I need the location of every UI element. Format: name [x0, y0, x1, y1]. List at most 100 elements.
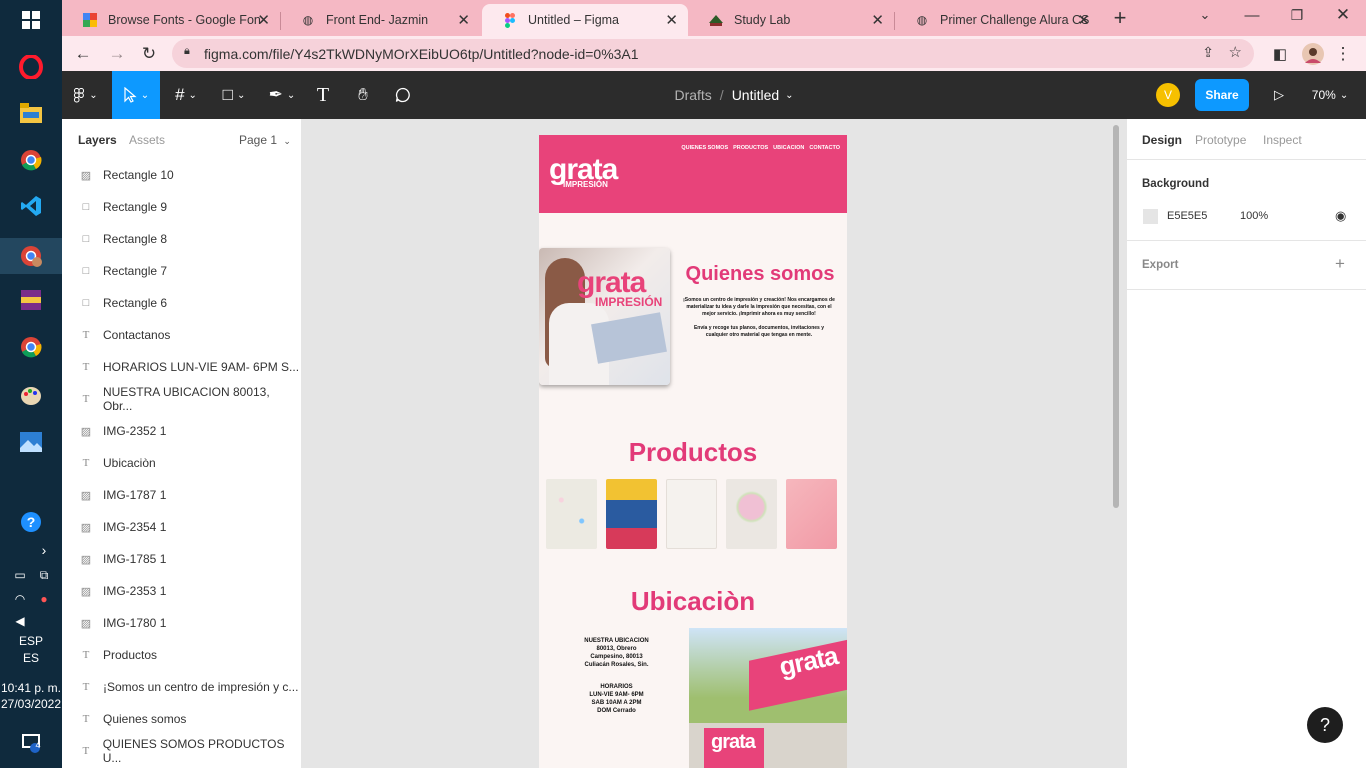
product-image[interactable]: [546, 479, 597, 549]
tab-prototype[interactable]: Prototype: [1195, 133, 1246, 147]
layer-row[interactable]: T HORARIOS LUN-VIE 9AM- 6PM S...: [62, 351, 302, 383]
vscode-icon[interactable]: [16, 191, 46, 221]
clock-date[interactable]: 27/03/2022: [0, 697, 62, 711]
share-button[interactable]: Share: [1195, 79, 1249, 111]
file-explorer-icon[interactable]: [16, 98, 46, 128]
close-tab-icon[interactable]: ✕: [1077, 11, 1090, 29]
user-avatar[interactable]: V: [1156, 83, 1180, 107]
canvas[interactable]: QUIENES SOMOS PRODUCTOS UBICACION CONTAC…: [302, 119, 1126, 768]
add-export-icon[interactable]: +: [1335, 254, 1345, 274]
page-selector[interactable]: Page 1 ⌄: [239, 133, 291, 147]
language-top[interactable]: ESP: [0, 634, 62, 648]
browser-menu-icon[interactable]: ⋮: [1328, 39, 1358, 69]
share-page-icon[interactable]: ⇪: [1202, 44, 1214, 61]
layer-row[interactable]: □ Rectangle 8: [62, 223, 302, 255]
shape-tool-button[interactable]: □ ⌄: [214, 71, 254, 119]
canvas-scrollbar[interactable]: [1113, 125, 1119, 508]
eye-icon[interactable]: ◉: [1335, 208, 1346, 224]
layer-row[interactable]: T Contactanos: [62, 319, 302, 351]
lock-icon[interactable]: 🔒︎: [184, 45, 190, 58]
comment-tool-button[interactable]: [386, 71, 420, 119]
layer-row[interactable]: T ¡Somos un centro de impresión y c...: [62, 671, 302, 703]
profile-avatar[interactable]: [1298, 39, 1328, 69]
browser-tab-figma[interactable]: Untitled – Figma ✕: [482, 4, 688, 36]
product-image[interactable]: [786, 479, 837, 549]
winrar-icon[interactable]: [16, 285, 46, 315]
tab-search-chevron-icon[interactable]: ⌄: [1190, 0, 1220, 30]
layer-row[interactable]: ▨ IMG-1785 1: [62, 543, 302, 575]
storefront-image[interactable]: grata grata: [689, 628, 847, 768]
layer-row[interactable]: □ Rectangle 9: [62, 191, 302, 223]
language-bottom[interactable]: ES: [0, 651, 62, 665]
browser-tab-study-lab[interactable]: Study Lab ✕: [688, 4, 894, 36]
nav-link[interactable]: CONTACTO: [809, 145, 840, 151]
layer-row[interactable]: □ Rectangle 7: [62, 255, 302, 287]
paint-icon[interactable]: [16, 380, 46, 410]
layer-row[interactable]: ▨ IMG-2354 1: [62, 511, 302, 543]
forward-button[interactable]: →: [102, 39, 132, 69]
close-tab-icon[interactable]: ✕: [457, 11, 470, 29]
file-name[interactable]: Untitled: [732, 87, 779, 103]
layer-row[interactable]: □ Rectangle 6: [62, 287, 302, 319]
hand-tool-button[interactable]: ✋︎: [346, 71, 380, 119]
close-window-button[interactable]: ✕: [1328, 0, 1358, 30]
nav-link[interactable]: UBICACION: [773, 145, 804, 151]
about-image[interactable]: grata IMPRESIÓN: [539, 248, 670, 385]
background-color-swatch[interactable]: [1143, 209, 1158, 224]
background-hex[interactable]: E5E5E5: [1167, 210, 1207, 222]
help-button[interactable]: ?: [1307, 707, 1343, 743]
chevron-down-icon[interactable]: ⌄: [785, 90, 793, 101]
maximize-button[interactable]: ❐: [1282, 0, 1312, 30]
layer-row[interactable]: T Quienes somos: [62, 703, 302, 735]
minimize-button[interactable]: —: [1237, 0, 1267, 30]
back-button[interactable]: ←: [68, 39, 98, 69]
tab-design[interactable]: Design: [1142, 133, 1182, 147]
layer-row[interactable]: ▨ IMG-2353 1: [62, 575, 302, 607]
layer-row[interactable]: ▨ IMG-1787 1: [62, 479, 302, 511]
layer-row[interactable]: T QUIENES SOMOS PRODUCTOS U...: [62, 735, 302, 767]
close-tab-icon[interactable]: ✕: [257, 11, 270, 29]
move-tool-button[interactable]: ⌄: [112, 71, 160, 119]
nav-link[interactable]: QUIENES SOMOS: [681, 145, 728, 151]
photos-icon[interactable]: [16, 427, 46, 457]
tab-layers[interactable]: Layers: [78, 133, 117, 147]
text-tool-button[interactable]: T: [306, 71, 340, 119]
bookmark-star-icon[interactable]: ☆: [1229, 43, 1242, 61]
layer-row[interactable]: ▨ Rectangle 10: [62, 159, 302, 191]
browser-tab-primer-challenge[interactable]: ◍ Primer Challenge Alura CS ✕: [894, 4, 1100, 36]
address-bar[interactable]: 🔒︎ figma.com/file/Y4s2TkWDNyMOrXEibUO6tp…: [172, 39, 1254, 68]
close-tab-icon[interactable]: ✕: [665, 11, 678, 29]
chrome-icon-2[interactable]: [16, 332, 46, 362]
opera-icon[interactable]: [16, 52, 46, 82]
product-image[interactable]: [666, 479, 717, 549]
layer-row[interactable]: ▨ IMG-1780 1: [62, 607, 302, 639]
layer-row[interactable]: T Productos: [62, 639, 302, 671]
new-tab-button[interactable]: +: [1105, 3, 1135, 33]
layer-row[interactable]: T Ubicaciòn: [62, 447, 302, 479]
tab-assets[interactable]: Assets: [129, 133, 165, 147]
reload-button[interactable]: ↻: [134, 39, 164, 69]
layer-row[interactable]: T NUESTRA UBICACION 80013, Obr...: [62, 383, 302, 415]
windows-start-icon[interactable]: [16, 5, 46, 35]
clock-time[interactable]: 10:41 p. m.: [0, 681, 62, 695]
chrome-profile-icon[interactable]: [0, 238, 62, 274]
design-frame[interactable]: QUIENES SOMOS PRODUCTOS UBICACION CONTAC…: [539, 135, 847, 768]
frame-tool-button[interactable]: # ⌄: [166, 71, 206, 119]
present-play-icon[interactable]: ▷: [1266, 71, 1292, 119]
close-tab-icon[interactable]: ✕: [871, 11, 884, 29]
side-panel-icon[interactable]: ◧: [1265, 39, 1295, 69]
pen-tool-button[interactable]: ✒︎ ⌄: [262, 71, 302, 119]
browser-tab-front-end[interactable]: ◍ Front End- Jazmin ✕: [280, 4, 480, 36]
breadcrumb-drafts[interactable]: Drafts: [674, 87, 711, 103]
product-image[interactable]: [606, 479, 657, 549]
figma-main-menu-button[interactable]: ⌄: [62, 71, 110, 119]
help-icon[interactable]: ?: [16, 507, 46, 537]
tab-inspect[interactable]: Inspect: [1263, 133, 1302, 147]
background-opacity[interactable]: 100%: [1240, 210, 1268, 222]
product-image[interactable]: [726, 479, 777, 549]
browser-tab-google-fonts[interactable]: Browse Fonts - Google Fon ✕: [62, 4, 280, 36]
layer-row[interactable]: ▨ IMG-2352 1: [62, 415, 302, 447]
chrome-icon[interactable]: [16, 145, 46, 175]
zoom-dropdown[interactable]: 70% ⌄: [1308, 71, 1352, 119]
nav-link[interactable]: PRODUCTOS: [733, 145, 768, 151]
